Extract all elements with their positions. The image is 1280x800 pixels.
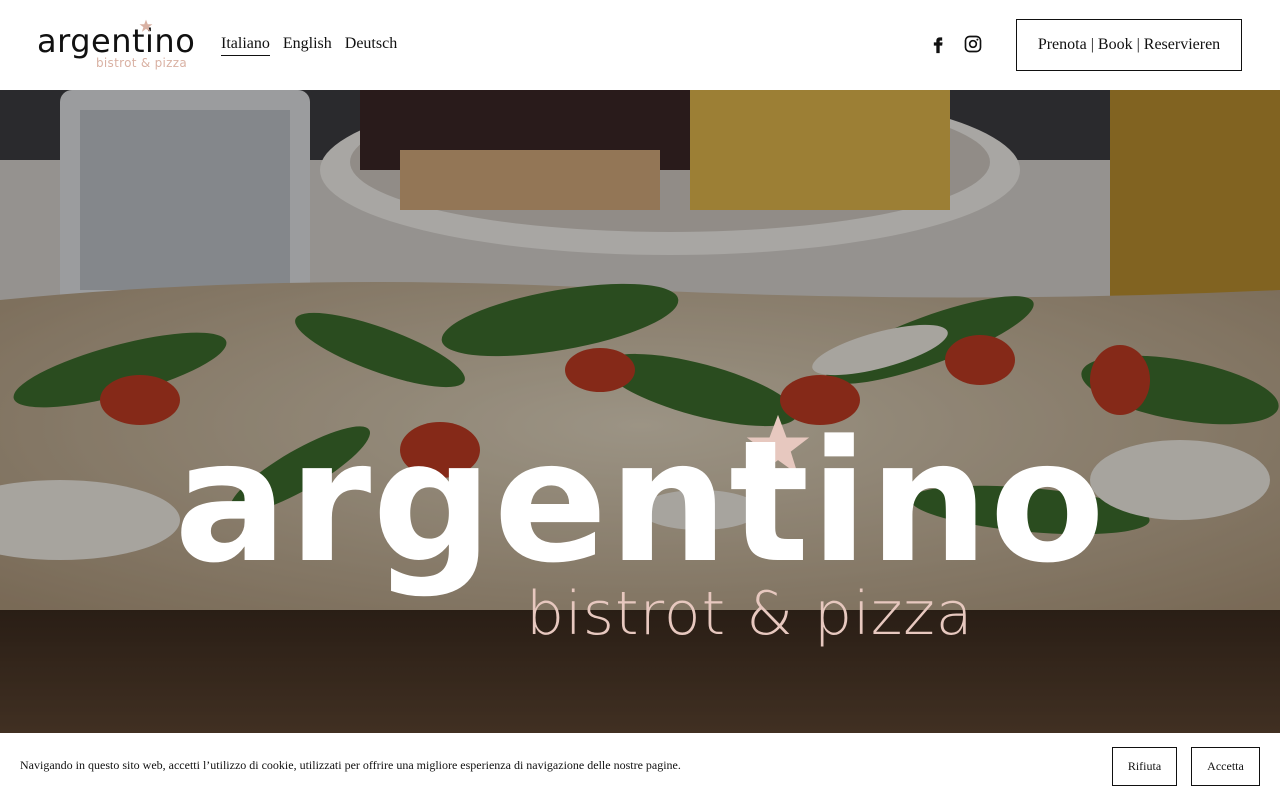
logo[interactable]: argentino bistrot & pizza [37,18,197,72]
lang-english[interactable]: English [283,35,332,56]
cookie-banner: Navigando in questo sito web, accetti l’… [0,733,1280,800]
instagram-icon[interactable] [963,34,983,54]
site-header: argentino bistrot & pizza Italiano Engli… [0,0,1280,90]
hero-title: argentino [174,404,1106,600]
hero-banner: argentino bistrot & pizza [0,90,1280,733]
lang-italiano[interactable]: Italiano [221,35,270,56]
cookie-text: Navigando in questo sito web, accetti l’… [20,758,681,772]
hero-subtitle: bistrot & pizza [526,579,974,649]
cookie-reject-button[interactable]: Rifiuta [1112,747,1177,786]
language-nav: Italiano English Deutsch [221,35,410,56]
cookie-accept-button[interactable]: Accetta [1191,747,1260,786]
lang-deutsch[interactable]: Deutsch [345,35,397,56]
logo-wordmark: argentino [37,22,196,60]
star-icon [139,19,153,32]
facebook-icon[interactable] [928,34,948,54]
book-button[interactable]: Prenota | Book | Reservieren [1016,19,1242,71]
logo-subtitle: bistrot & pizza [96,56,188,70]
